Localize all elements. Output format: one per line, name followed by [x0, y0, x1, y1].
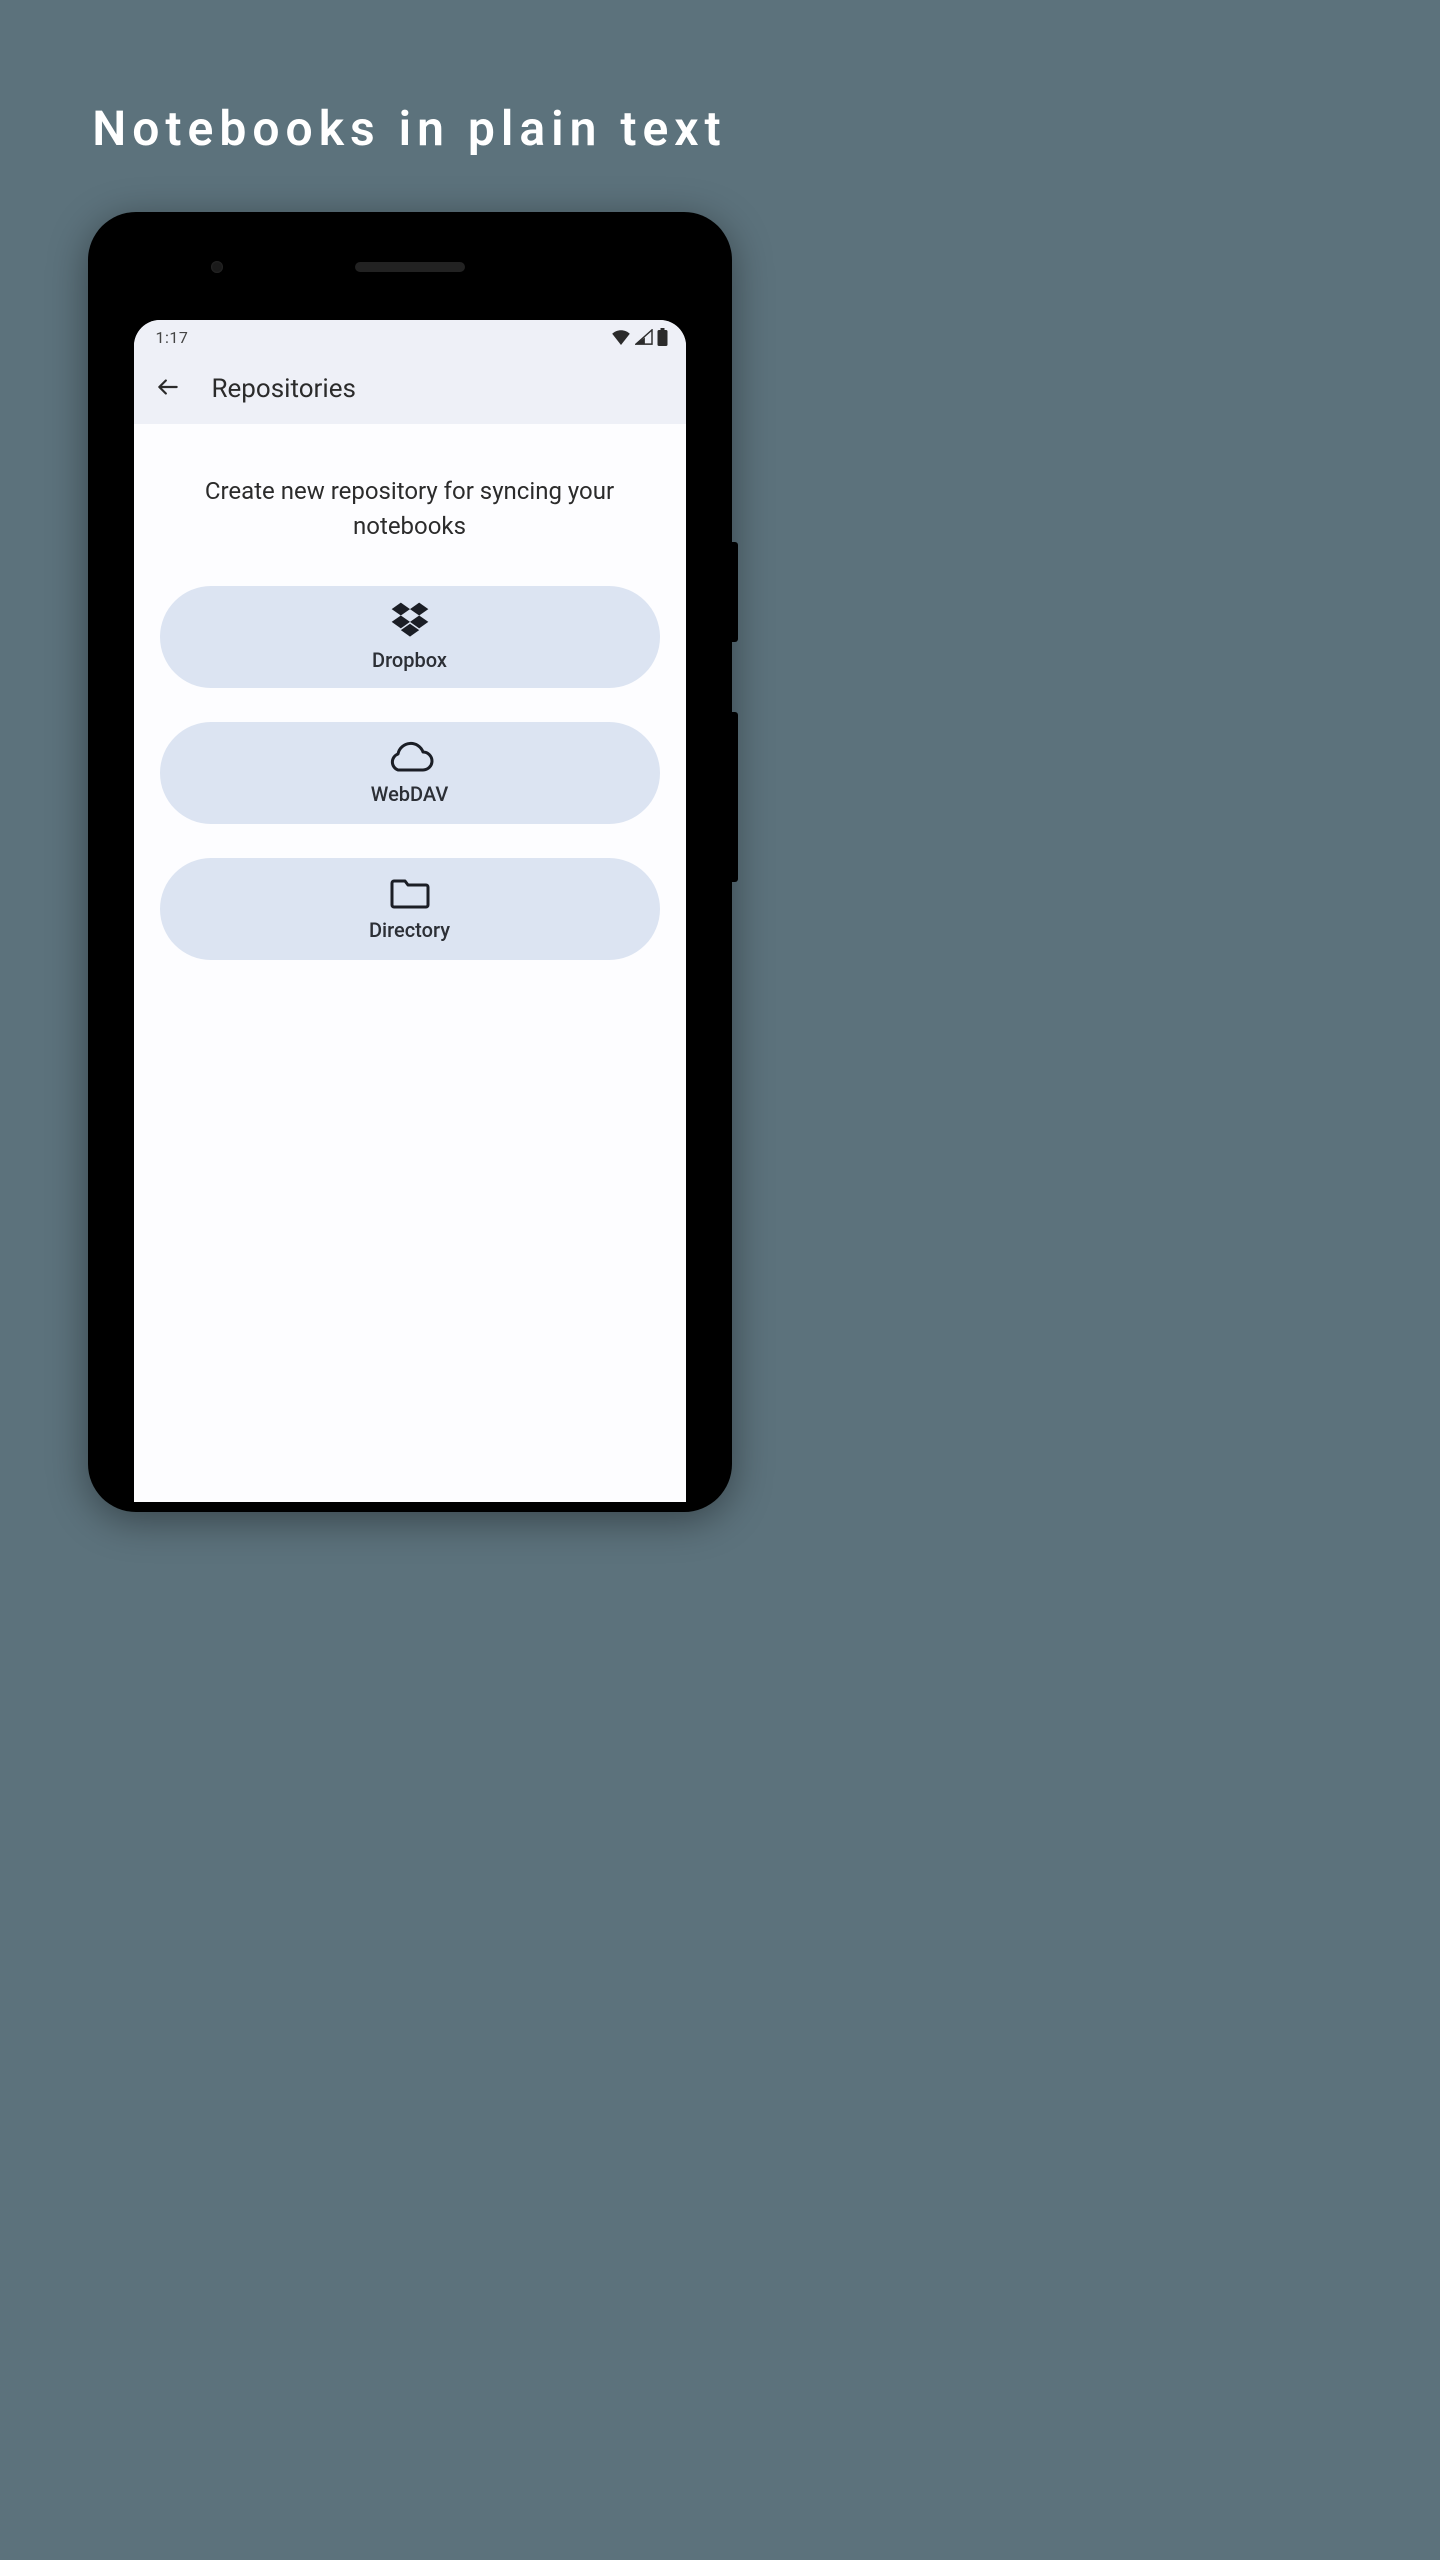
repo-option-directory[interactable]: Directory — [160, 858, 660, 960]
dropbox-icon — [388, 602, 432, 640]
repo-option-dropbox[interactable]: Dropbox — [160, 586, 660, 688]
repo-option-label: WebDAV — [371, 782, 448, 806]
phone-camera — [211, 261, 223, 273]
battery-icon — [657, 328, 668, 346]
phone-power-button — [732, 542, 738, 642]
app-bar: Repositories — [134, 354, 686, 424]
repo-option-label: Dropbox — [372, 648, 447, 672]
cloud-icon — [385, 740, 435, 774]
phone-speaker — [355, 262, 465, 272]
phone-screen: 1:17 — [134, 320, 686, 1502]
phone-volume-button — [732, 712, 738, 882]
page-title: Repositories — [212, 374, 356, 404]
main-content: Create new repository for syncing your n… — [134, 424, 686, 1502]
wifi-icon — [611, 329, 631, 345]
folder-icon — [389, 876, 431, 910]
promo-headline: Notebooks in plain text — [0, 0, 819, 157]
cellular-icon — [635, 329, 653, 345]
status-bar: 1:17 — [134, 320, 686, 354]
repo-option-webdav[interactable]: WebDAV — [160, 722, 660, 824]
status-time: 1:17 — [156, 328, 189, 347]
arrow-left-icon — [155, 374, 181, 404]
repo-option-label: Directory — [369, 918, 450, 942]
back-button[interactable] — [148, 369, 188, 409]
section-subtitle: Create new repository for syncing your n… — [180, 474, 640, 544]
phone-frame: 1:17 — [88, 212, 732, 1512]
